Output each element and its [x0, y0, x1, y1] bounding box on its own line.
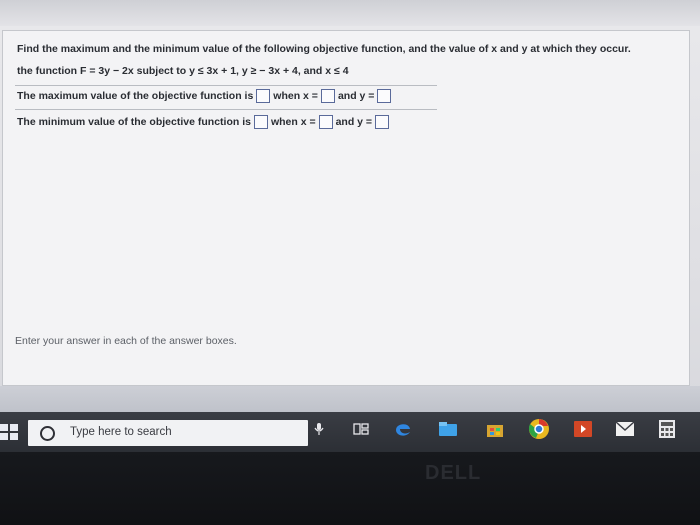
dell-logo: DELL [425, 462, 482, 484]
min-value-input[interactable] [253, 115, 268, 129]
min-y-input[interactable] [375, 115, 390, 129]
chrome-icon[interactable] [528, 418, 550, 440]
max-and-y-label: and y = [337, 90, 375, 102]
max-label: The maximum value of the objective funct… [17, 90, 254, 102]
calculator-icon[interactable] [656, 418, 678, 440]
answer-hint: Enter your answer in each of the answer … [15, 335, 237, 347]
min-and-y-label: and y = [335, 116, 373, 128]
cortana-circle-icon [40, 426, 55, 441]
max-x-input[interactable] [320, 89, 335, 103]
max-when-x-label: when x = [273, 90, 318, 102]
browser-top-bar [0, 0, 700, 26]
file-explorer-icon[interactable] [437, 418, 459, 440]
max-value-input[interactable] [256, 89, 271, 103]
min-x-input[interactable] [318, 115, 333, 129]
powerpoint-icon[interactable] [572, 418, 594, 440]
question-function: the function F = 3y − 2x subject to y ≤ … [17, 65, 349, 77]
mail-icon[interactable] [614, 418, 636, 440]
search-placeholder: Type here to search [70, 426, 172, 438]
max-answer-line: The maximum value of the objective funct… [17, 89, 392, 103]
laptop-bezel [0, 452, 700, 525]
browser-screen: Find the maximum and the minimum value o… [0, 0, 700, 452]
min-answer-line: The minimum value of the objective funct… [17, 115, 390, 129]
divider [15, 85, 437, 86]
question-instructions: Find the maximum and the minimum value o… [17, 43, 631, 55]
min-label: The minimum value of the objective funct… [17, 116, 251, 128]
divider [15, 109, 437, 110]
browser-bottom-strip [0, 386, 700, 412]
windows-start-icon[interactable] [0, 424, 18, 440]
store-icon[interactable] [484, 418, 506, 440]
min-when-x-label: when x = [270, 116, 316, 128]
edge-browser-icon[interactable] [392, 418, 414, 440]
taskbar-search-box[interactable]: Type here to search [28, 420, 308, 446]
microphone-icon[interactable] [308, 418, 330, 440]
max-y-input[interactable] [377, 89, 392, 103]
task-view-icon[interactable] [350, 418, 372, 440]
question-panel: Find the maximum and the minimum value o… [2, 30, 690, 386]
